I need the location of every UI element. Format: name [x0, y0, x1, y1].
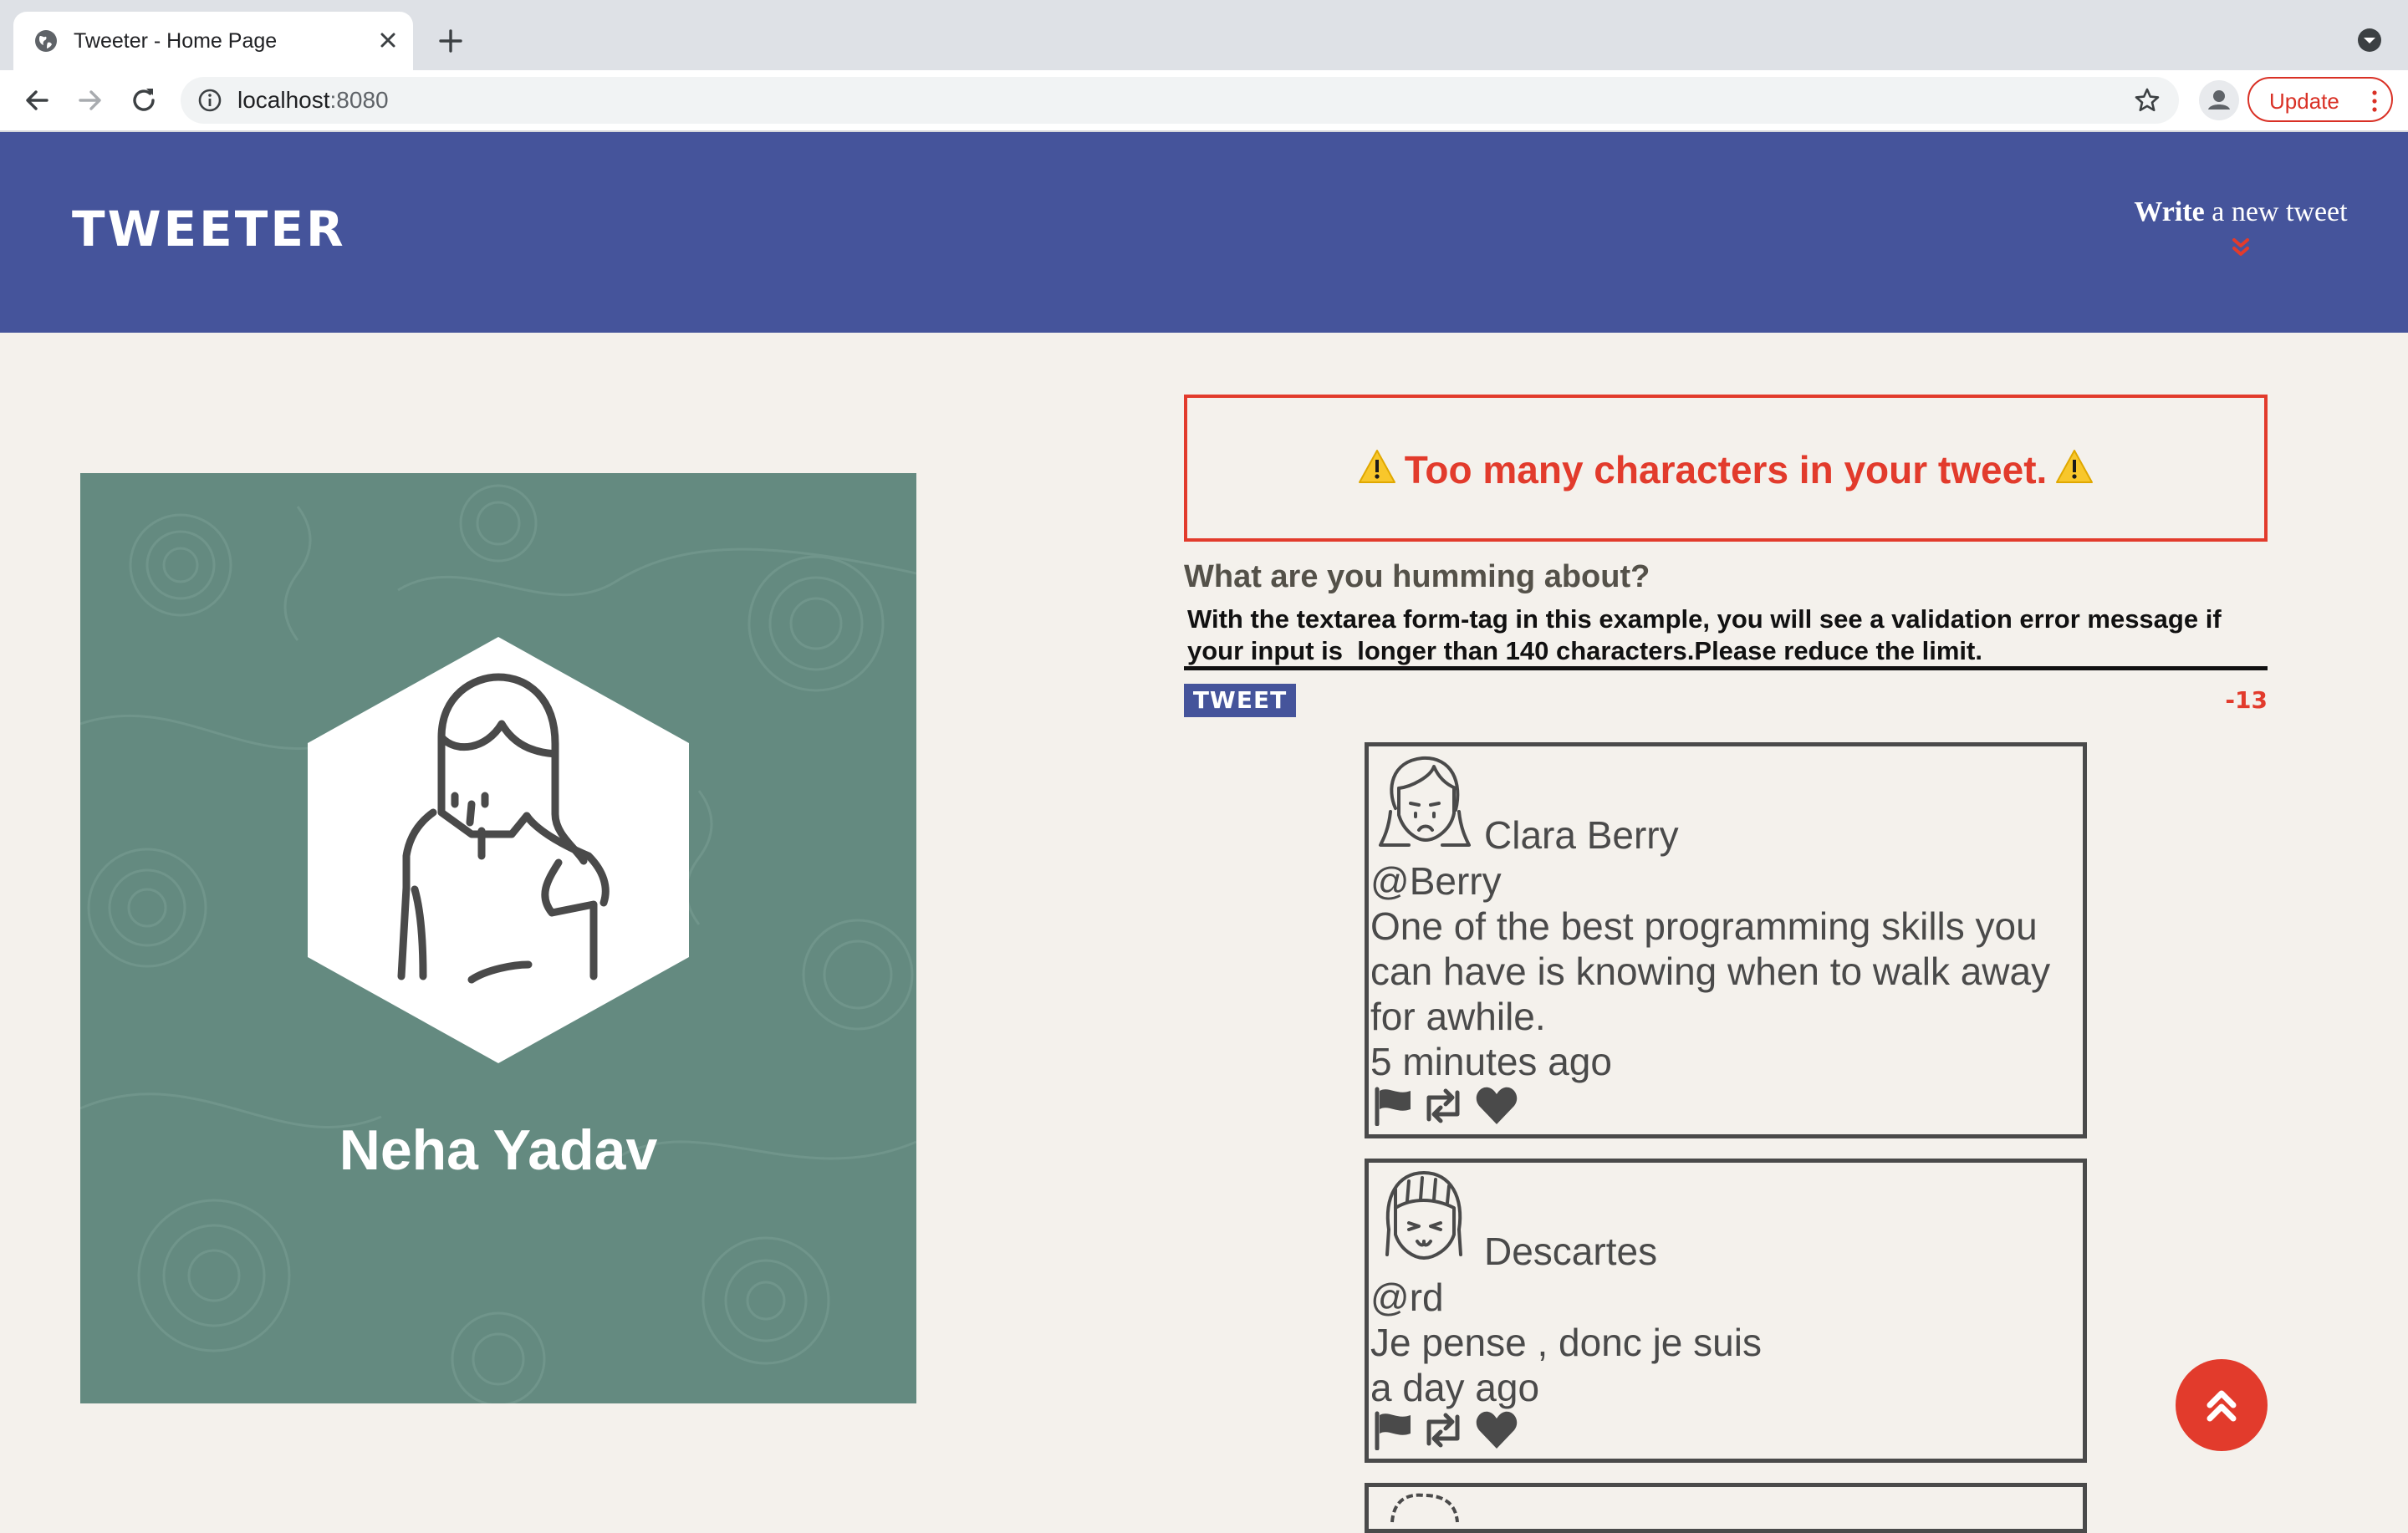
- tweet-card-partial: [1365, 1483, 2087, 1533]
- globe-icon: [35, 30, 57, 52]
- validation-error-box: Too many characters in your tweet.: [1184, 395, 2268, 542]
- close-tab-icon[interactable]: [373, 25, 403, 55]
- warning-icon: [1358, 450, 1395, 483]
- retweet-icon[interactable]: [1421, 1410, 1466, 1450]
- tab-title: Tweeter - Home Page: [74, 29, 278, 53]
- update-label: Update: [2269, 89, 2339, 114]
- new-tab-icon[interactable]: [433, 23, 468, 59]
- reload-icon[interactable]: [127, 84, 161, 117]
- more-vert-icon: [2372, 90, 2377, 112]
- write-tweet-rest: a new tweet: [2204, 196, 2348, 227]
- site-header: TWEETER Write a new tweet: [0, 132, 2408, 333]
- forward-arrow-icon[interactable]: [74, 84, 107, 117]
- browser-toolbar: localhost:8080 Update: [0, 70, 2408, 132]
- double-chevron-up-icon: [2206, 1390, 2237, 1422]
- url-port: :8080: [329, 87, 389, 113]
- retweet-icon[interactable]: [1421, 1086, 1466, 1126]
- address-bar[interactable]: localhost:8080: [181, 77, 2179, 124]
- browser-tab-bar: Tweeter - Home Page: [0, 0, 2408, 70]
- url-text[interactable]: localhost:8080: [237, 87, 389, 114]
- tweet-author-handle: @rd: [1370, 1276, 1444, 1319]
- write-tweet-bold: Write: [2134, 196, 2205, 227]
- bookmark-star-icon[interactable]: [2134, 87, 2161, 114]
- flag-icon[interactable]: [1372, 1086, 1417, 1126]
- tweet-card: Descartes @rd Je pense , donc je suis a …: [1365, 1159, 2087, 1463]
- tweet-timestamp: 5 minutes ago: [1370, 1040, 1612, 1083]
- person-icon: [2208, 90, 2230, 110]
- scroll-to-top-button[interactable]: [2176, 1359, 2268, 1451]
- tweet-author-name: Descartes: [1484, 1230, 1658, 1273]
- happy-face-girl-avatar: [1385, 1171, 1462, 1260]
- write-tweet-link[interactable]: Write a new tweet: [2074, 196, 2408, 261]
- write-tweet-text: Write a new tweet: [2074, 196, 2408, 229]
- tweet-submit-button[interactable]: TWEET: [1184, 684, 1296, 717]
- curly-hair-avatar: [1390, 1493, 1459, 1523]
- error-message: Too many characters in your tweet.: [1404, 448, 2048, 491]
- tweet-content: Je pense , donc je suis: [1370, 1321, 1762, 1364]
- tweet-textarea[interactable]: With the textarea form-tag in this examp…: [1184, 602, 2268, 670]
- tab-search-icon[interactable]: [2356, 27, 2383, 53]
- flag-icon[interactable]: [1372, 1410, 1417, 1450]
- tweet-author-name: Clara Berry: [1484, 813, 1679, 857]
- error-row: Too many characters in your tweet.: [1187, 445, 2264, 495]
- tweet-card: Clara Berry @Berry One of the best progr…: [1365, 742, 2087, 1138]
- heart-icon[interactable]: [1474, 1086, 1519, 1126]
- heart-icon[interactable]: [1474, 1410, 1519, 1450]
- tweet-author-handle: @Berry: [1370, 859, 1502, 903]
- profile-avatar-hexagon: [308, 637, 689, 1063]
- info-icon[interactable]: [197, 88, 222, 113]
- url-host: localhost: [237, 87, 330, 113]
- tweet-timestamp: a day ago: [1370, 1366, 1540, 1409]
- back-arrow-icon[interactable]: [20, 84, 54, 117]
- browser-tab[interactable]: Tweeter - Home Page: [13, 12, 413, 70]
- profile-avatar[interactable]: [2199, 80, 2239, 120]
- tweet-prompt-label: What are you humming about?: [1184, 559, 1650, 594]
- update-button[interactable]: Update: [2247, 77, 2393, 122]
- double-chevron-down-icon[interactable]: [2228, 236, 2253, 261]
- character-counter: -13: [2225, 686, 2268, 714]
- profile-card: Neha Yadav: [80, 473, 916, 1403]
- warning-icon: [2056, 450, 2094, 483]
- sad-face-girl-avatar: [1379, 756, 1471, 847]
- profile-name: Neha Yadav: [339, 1118, 658, 1182]
- tweet-content: One of the best programming skills you c…: [1370, 904, 2051, 1038]
- site-logo[interactable]: TWEETER: [72, 202, 346, 256]
